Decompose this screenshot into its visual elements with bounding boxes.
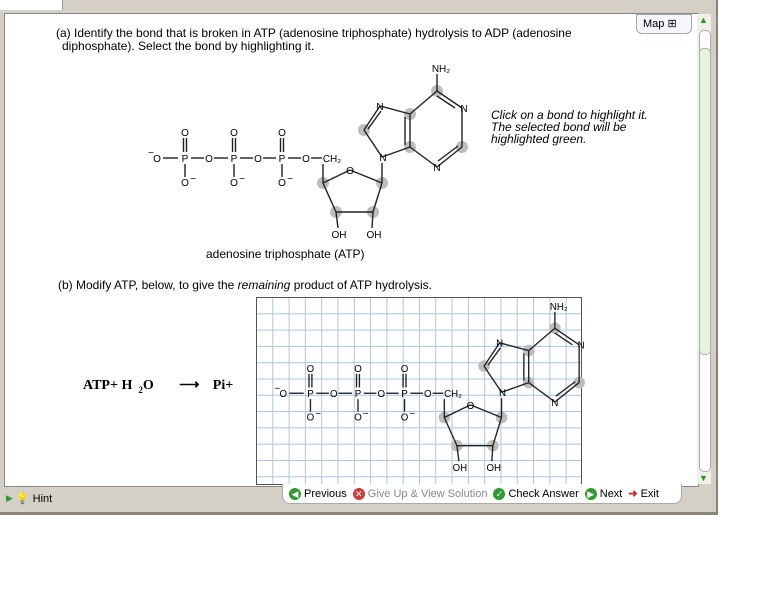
exit-icon: ➜	[628, 488, 638, 500]
atom-label: OH	[367, 230, 382, 241]
atp-molecule-a[interactable]: O P O P O P O CH₂OO −OO −OO −−OOH OHNNNNNH₂	[148, 64, 468, 241]
molecule-layer[interactable]: O P O P O P O CH₂OO −OO −OO −−OOH OHNNNNNH₂O P O P O P O C…	[0, 0, 768, 614]
bond[interactable]	[349, 169, 383, 184]
atom-label: P	[231, 154, 238, 165]
bond[interactable]	[554, 327, 580, 346]
atom-label: O	[346, 166, 354, 177]
atom-label: O	[307, 364, 315, 375]
atom-label: O	[278, 128, 286, 139]
atom-label: O	[377, 389, 385, 400]
atom-label: O	[181, 128, 189, 139]
atom-label: N	[496, 339, 503, 350]
atom-label: O	[254, 154, 262, 165]
atom-label: N	[460, 104, 467, 115]
atom-label: P	[182, 154, 189, 165]
atom-label: N	[578, 341, 585, 352]
atom-label: O	[401, 412, 409, 423]
bond[interactable]	[371, 211, 374, 229]
atom-label: −	[190, 174, 196, 185]
bond[interactable]	[528, 327, 556, 352]
atom-label: O	[354, 412, 362, 423]
atom-label: −	[148, 148, 154, 159]
atom-label: O	[424, 389, 432, 400]
bond[interactable]	[436, 146, 463, 168]
hint-button[interactable]: ▶ 💡 Hint	[6, 492, 52, 506]
bond[interactable]	[492, 417, 503, 446]
atom-label: −	[239, 174, 245, 185]
atom-label: P	[307, 389, 313, 400]
atom-label: O	[230, 128, 238, 139]
atom-label: −	[275, 383, 281, 394]
atom-label: N	[499, 388, 506, 399]
atom-label: −	[287, 174, 293, 185]
exit-button[interactable]: ➜ Exit	[628, 487, 659, 501]
bond[interactable]	[443, 417, 458, 446]
atom-label: −	[315, 409, 321, 420]
atom-label: O	[307, 412, 315, 423]
forward-arrow-icon: ▶	[584, 487, 597, 500]
atom-label: CH₂	[323, 154, 341, 165]
atom-label: OH	[332, 230, 347, 241]
bond[interactable]	[470, 404, 502, 419]
atom-label: O	[153, 154, 161, 165]
atom-label: OH	[487, 463, 502, 474]
bond[interactable]	[554, 382, 580, 403]
previous-button[interactable]: ◀ Previous	[289, 487, 347, 500]
atom-label: O	[354, 364, 362, 375]
atom-label: N	[379, 153, 386, 164]
check-answer-button[interactable]: ✓ Check Answer	[493, 487, 579, 500]
atom-label: N	[551, 398, 558, 409]
atom-label: O	[280, 389, 288, 400]
atom-label: CH₂	[444, 389, 462, 400]
atom-label: O	[278, 178, 286, 189]
bond[interactable]	[436, 90, 463, 109]
atom-label: O	[302, 154, 310, 165]
expand-icon: ▶	[6, 493, 13, 503]
atom-label: O	[205, 154, 213, 165]
bond[interactable]	[409, 90, 438, 115]
give-up-button[interactable]: ✕ Give Up & View Solution	[352, 487, 487, 500]
atom-label: N	[433, 163, 440, 174]
molecule-caption: adenosine triphosphate (ATP)	[206, 247, 365, 261]
nav-bar: ◀ Previous ✕ Give Up & View Solution ✓ Chec…	[282, 484, 682, 504]
atom-label: NH₂	[432, 64, 450, 75]
atom-label: −	[409, 409, 415, 420]
bond[interactable]	[322, 182, 337, 213]
atom-label: O	[230, 178, 238, 189]
atom-label: −	[363, 409, 369, 420]
bond[interactable]	[372, 182, 383, 213]
check-icon: ✓	[493, 487, 506, 500]
atom-label: P	[355, 389, 361, 400]
atom-label: P	[401, 389, 407, 400]
atom-label: O	[467, 401, 475, 412]
atp-molecule-b[interactable]: O P O P O P O CH₂OO −OO −OO −−OOH OHNNNNNH₂	[275, 302, 585, 474]
bond[interactable]	[491, 445, 494, 462]
bond[interactable]	[499, 342, 529, 352]
atom-label: P	[279, 154, 286, 165]
atom-label: O	[181, 178, 189, 189]
next-button[interactable]: ▶ Next	[584, 487, 622, 500]
bond[interactable]	[379, 105, 411, 115]
atom-label: OH	[453, 463, 468, 474]
atom-label: NH₂	[550, 302, 568, 313]
atom-label: O	[401, 364, 409, 375]
back-arrow-icon: ◀	[289, 487, 301, 500]
atom-label: N	[376, 102, 383, 113]
atom-label: O	[330, 389, 338, 400]
x-circle-icon: ✕	[352, 487, 365, 500]
lightbulb-icon: 💡	[15, 493, 30, 505]
